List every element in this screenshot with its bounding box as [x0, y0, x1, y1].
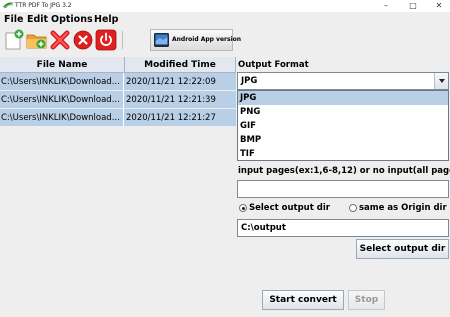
modified-time-cell: 2020/11/21 12:21:27 — [126, 113, 216, 123]
table-header: File Name Modified Time — [0, 57, 236, 73]
select-output-dir-radio[interactable] — [239, 204, 247, 212]
format-option-bmp[interactable]: BMP — [238, 133, 448, 147]
toolbar-separator — [122, 31, 123, 49]
window-title: TTR PDF To JPG 3.2 — [15, 2, 72, 9]
menu-help[interactable]: Help — [94, 14, 118, 26]
table-row[interactable]: C:\Users\INKLIK\Download... 2020/11/21 1… — [0, 109, 236, 127]
output-format-label: Output Format — [238, 60, 309, 70]
pages-label: input pages(ex:1,6-8,12) or no input(all… — [238, 166, 450, 176]
menu-bar: File Edit Options Help — [0, 12, 450, 28]
title-bar: TTR PDF To JPG 3.2 – □ ✕ — [0, 0, 450, 12]
modified-time-cell: 2020/11/21 12:21:39 — [126, 95, 216, 105]
clear-icon[interactable] — [72, 29, 94, 51]
android-app-button[interactable]: Android App version — [150, 29, 241, 51]
close-window-button[interactable]: ✕ — [429, 0, 449, 12]
file-name-cell: C:\Users\INKLIK\Download... — [1, 91, 124, 109]
modified-time-cell: 2020/11/21 12:22:09 — [126, 77, 216, 87]
column-header-modified-time[interactable]: Modified Time — [125, 57, 236, 73]
menu-file[interactable]: File — [4, 14, 23, 26]
output-format-value: JPG — [241, 76, 258, 86]
output-dir-field[interactable]: C:\output — [237, 219, 449, 237]
file-name-cell: C:\Users\INKLIK\Download... — [1, 109, 124, 127]
radio-selected-dot — [241, 206, 245, 210]
toolbar: Android App version — [0, 28, 450, 55]
add-folder-icon[interactable] — [26, 29, 48, 51]
output-dir-value: C:\output — [241, 223, 286, 233]
minimize-button[interactable]: – — [376, 0, 396, 12]
tablet-icon — [154, 33, 169, 47]
format-option-gif[interactable]: GIF — [238, 119, 448, 133]
maximize-button[interactable]: □ — [403, 0, 423, 12]
stop-button[interactable]: Stop — [348, 290, 385, 310]
chevron-down-icon[interactable] — [434, 73, 448, 89]
same-origin-dir-label[interactable]: same as Origin dir — [359, 203, 447, 214]
format-option-jpg[interactable]: JPG — [238, 91, 448, 105]
start-convert-button[interactable]: Start convert — [262, 290, 344, 310]
same-origin-dir-radio[interactable] — [349, 204, 357, 212]
output-format-select[interactable]: JPG — [237, 72, 449, 90]
table-row[interactable]: C:\Users\INKLIK\Download... 2020/11/21 1… — [0, 73, 236, 91]
file-name-cell: C:\Users\INKLIK\Download... — [1, 73, 124, 91]
android-app-label: Android App version — [172, 36, 242, 43]
power-icon[interactable] — [95, 29, 117, 51]
format-dropdown-list: JPG PNG GIF BMP TIF — [237, 90, 449, 161]
select-output-dir-button[interactable]: Select output dir — [356, 239, 449, 259]
app-logo-icon — [3, 2, 14, 9]
add-file-icon[interactable] — [3, 29, 25, 51]
table-row[interactable]: C:\Users\INKLIK\Download... 2020/11/21 1… — [0, 91, 236, 109]
column-header-file-name[interactable]: File Name — [0, 57, 125, 73]
remove-icon[interactable] — [49, 29, 71, 51]
file-table: File Name Modified Time C:\Users\INKLIK\… — [0, 57, 236, 317]
format-option-png[interactable]: PNG — [238, 105, 448, 119]
format-option-tif[interactable]: TIF — [238, 147, 448, 161]
menu-edit[interactable]: Edit — [27, 14, 48, 26]
select-output-dir-label[interactable]: Select output dir — [249, 203, 330, 214]
menu-options[interactable]: Options — [51, 14, 93, 26]
pages-input[interactable] — [237, 180, 449, 198]
